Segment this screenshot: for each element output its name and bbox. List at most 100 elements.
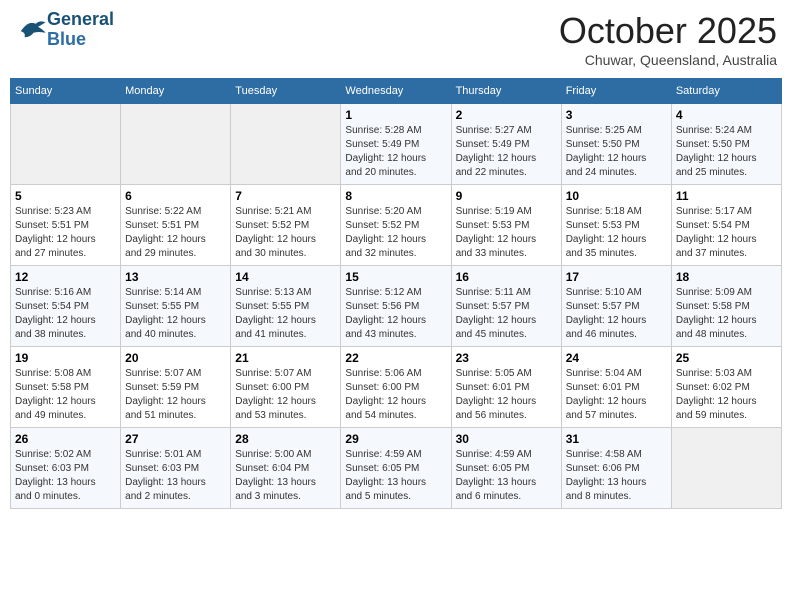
day-header-monday: Monday [121,79,231,104]
calendar-cell: 22 Sunrise: 5:06 AM Sunset: 6:00 PM Dayli… [341,347,451,428]
day-detail: Sunrise: 5:08 AM Sunset: 5:58 PM Dayligh… [15,367,116,423]
month-title: October 2025 [559,10,777,52]
day-number: 27 [125,432,226,446]
calendar-cell [11,104,121,185]
day-number: 18 [676,270,777,284]
day-detail: Sunrise: 5:25 AM Sunset: 5:50 PM Dayligh… [566,124,667,180]
calendar-cell: 7 Sunrise: 5:21 AM Sunset: 5:52 PM Daylig… [231,185,341,266]
day-detail: Sunrise: 5:00 AM Sunset: 6:04 PM Dayligh… [235,448,336,504]
day-detail: Sunrise: 5:14 AM Sunset: 5:55 PM Dayligh… [125,286,226,342]
calendar-cell: 2Sunrise: 5:27 AM Sunset: 5:49 PM Daylig… [451,104,561,185]
calendar-cell: 6Sunrise: 5:22 AM Sunset: 5:51 PM Daylig… [121,185,231,266]
day-detail: Sunrise: 5:23 AM Sunset: 5:51 PM Dayligh… [15,205,116,261]
day-number: 6 [125,189,226,203]
day-detail: Sunrise: 5:12 AM Sunset: 5:56 PM Dayligh… [345,286,446,342]
day-number: 5 [15,189,116,203]
calendar-cell: 16 Sunrise: 5:11 AM Sunset: 5:57 PM Dayli… [451,266,561,347]
day-number: 1 [345,108,446,122]
day-detail: Sunrise: 5:05 AM Sunset: 6:01 PM Dayligh… [456,367,557,423]
day-number: 11 [676,189,777,203]
calendar-cell: 3 Sunrise: 5:25 AM Sunset: 5:50 PM Daylig… [561,104,671,185]
day-detail: Sunrise: 4:58 AM Sunset: 6:06 PM Dayligh… [566,448,667,504]
day-detail: Sunrise: 5:10 AM Sunset: 5:57 PM Dayligh… [566,286,667,342]
calendar-cell: 23 Sunrise: 5:05 AM Sunset: 6:01 PM Dayli… [451,347,561,428]
day-number: 8 [345,189,446,203]
days-header-row: SundayMondayTuesdayWednesdayThursdayFrid… [11,79,782,104]
day-detail: Sunrise: 5:21 AM Sunset: 5:52 PM Dayligh… [235,205,336,261]
day-number: 16 [456,270,557,284]
day-detail: Sunrise: 4:59 AM Sunset: 6:05 PM Dayligh… [456,448,557,504]
day-detail: Sunrise: 5:07 AM Sunset: 5:59 PM Dayligh… [125,367,226,423]
day-detail: Sunrise: 5:27 AM Sunset: 5:49 PM Dayligh… [456,124,557,180]
day-number: 25 [676,351,777,365]
day-number: 23 [456,351,557,365]
title-block: October 2025 Chuwar, Queensland, Austral… [559,10,777,68]
calendar-cell: 29 Sunrise: 4:59 AM Sunset: 6:05 PM Dayli… [341,428,451,509]
calendar-cell: 14Sunrise: 5:13 AM Sunset: 5:55 PM Dayli… [231,266,341,347]
day-number: 4 [676,108,777,122]
calendar-cell: 20 Sunrise: 5:07 AM Sunset: 5:59 PM Dayli… [121,347,231,428]
location: Chuwar, Queensland, Australia [559,52,777,68]
day-number: 30 [456,432,557,446]
day-detail: Sunrise: 5:09 AM Sunset: 5:58 PM Dayligh… [676,286,777,342]
page-header: General Blue October 2025 Chuwar, Queens… [10,10,782,68]
week-row-3: 12 Sunrise: 5:16 AM Sunset: 5:54 PM Dayli… [11,266,782,347]
day-number: 29 [345,432,446,446]
calendar-cell: 4 Sunrise: 5:24 AM Sunset: 5:50 PM Daylig… [671,104,781,185]
day-number: 20 [125,351,226,365]
day-detail: Sunrise: 5:11 AM Sunset: 5:57 PM Dayligh… [456,286,557,342]
calendar-cell: 24Sunrise: 5:04 AM Sunset: 6:01 PM Dayli… [561,347,671,428]
day-detail: Sunrise: 5:18 AM Sunset: 5:53 PM Dayligh… [566,205,667,261]
day-detail: Sunrise: 5:16 AM Sunset: 5:54 PM Dayligh… [15,286,116,342]
day-detail: Sunrise: 5:28 AM Sunset: 5:49 PM Dayligh… [345,124,446,180]
day-number: 19 [15,351,116,365]
day-number: 3 [566,108,667,122]
calendar-cell: 31 Sunrise: 4:58 AM Sunset: 6:06 PM Dayli… [561,428,671,509]
calendar-cell: 10Sunrise: 5:18 AM Sunset: 5:53 PM Dayli… [561,185,671,266]
day-number: 26 [15,432,116,446]
calendar-cell [231,104,341,185]
calendar-cell: 18 Sunrise: 5:09 AM Sunset: 5:58 PM Dayli… [671,266,781,347]
calendar-cell: 19 Sunrise: 5:08 AM Sunset: 5:58 PM Dayli… [11,347,121,428]
calendar-cell [671,428,781,509]
day-detail: Sunrise: 5:20 AM Sunset: 5:52 PM Dayligh… [345,205,446,261]
day-number: 21 [235,351,336,365]
day-detail: Sunrise: 5:07 AM Sunset: 6:00 PM Dayligh… [235,367,336,423]
day-detail: Sunrise: 4:59 AM Sunset: 6:05 PM Dayligh… [345,448,446,504]
day-number: 9 [456,189,557,203]
logo-bird-icon [17,15,47,40]
day-number: 31 [566,432,667,446]
calendar-cell: 8 Sunrise: 5:20 AM Sunset: 5:52 PM Daylig… [341,185,451,266]
day-number: 13 [125,270,226,284]
calendar-cell: 1 Sunrise: 5:28 AM Sunset: 5:49 PM Daylig… [341,104,451,185]
calendar-cell: 9 Sunrise: 5:19 AM Sunset: 5:53 PM Daylig… [451,185,561,266]
calendar-cell: 15Sunrise: 5:12 AM Sunset: 5:56 PM Dayli… [341,266,451,347]
day-number: 7 [235,189,336,203]
day-detail: Sunrise: 5:02 AM Sunset: 6:03 PM Dayligh… [15,448,116,504]
day-detail: Sunrise: 5:24 AM Sunset: 5:50 PM Dayligh… [676,124,777,180]
day-detail: Sunrise: 5:19 AM Sunset: 5:53 PM Dayligh… [456,205,557,261]
logo-text: General Blue [47,10,114,50]
calendar-cell: 11Sunrise: 5:17 AM Sunset: 5:54 PM Dayli… [671,185,781,266]
calendar-cell: 27 Sunrise: 5:01 AM Sunset: 6:03 PM Dayli… [121,428,231,509]
calendar-cell: 12 Sunrise: 5:16 AM Sunset: 5:54 PM Dayli… [11,266,121,347]
week-row-2: 5 Sunrise: 5:23 AM Sunset: 5:51 PM Daylig… [11,185,782,266]
calendar-cell: 21 Sunrise: 5:07 AM Sunset: 6:00 PM Dayli… [231,347,341,428]
calendar-cell: 28 Sunrise: 5:00 AM Sunset: 6:04 PM Dayli… [231,428,341,509]
calendar-cell: 30 Sunrise: 4:59 AM Sunset: 6:05 PM Dayli… [451,428,561,509]
week-row-1: 1 Sunrise: 5:28 AM Sunset: 5:49 PM Daylig… [11,104,782,185]
calendar-cell: 17 Sunrise: 5:10 AM Sunset: 5:57 PM Dayli… [561,266,671,347]
calendar-table: SundayMondayTuesdayWednesdayThursdayFrid… [10,78,782,509]
day-detail: Sunrise: 5:06 AM Sunset: 6:00 PM Dayligh… [345,367,446,423]
day-header-tuesday: Tuesday [231,79,341,104]
day-number: 12 [15,270,116,284]
day-detail: Sunrise: 5:13 AM Sunset: 5:55 PM Dayligh… [235,286,336,342]
day-header-saturday: Saturday [671,79,781,104]
calendar-cell: 25Sunrise: 5:03 AM Sunset: 6:02 PM Dayli… [671,347,781,428]
day-detail: Sunrise: 5:01 AM Sunset: 6:03 PM Dayligh… [125,448,226,504]
day-number: 28 [235,432,336,446]
calendar-cell: 5 Sunrise: 5:23 AM Sunset: 5:51 PM Daylig… [11,185,121,266]
calendar-cell: 13 Sunrise: 5:14 AM Sunset: 5:55 PM Dayli… [121,266,231,347]
day-number: 17 [566,270,667,284]
day-number: 22 [345,351,446,365]
